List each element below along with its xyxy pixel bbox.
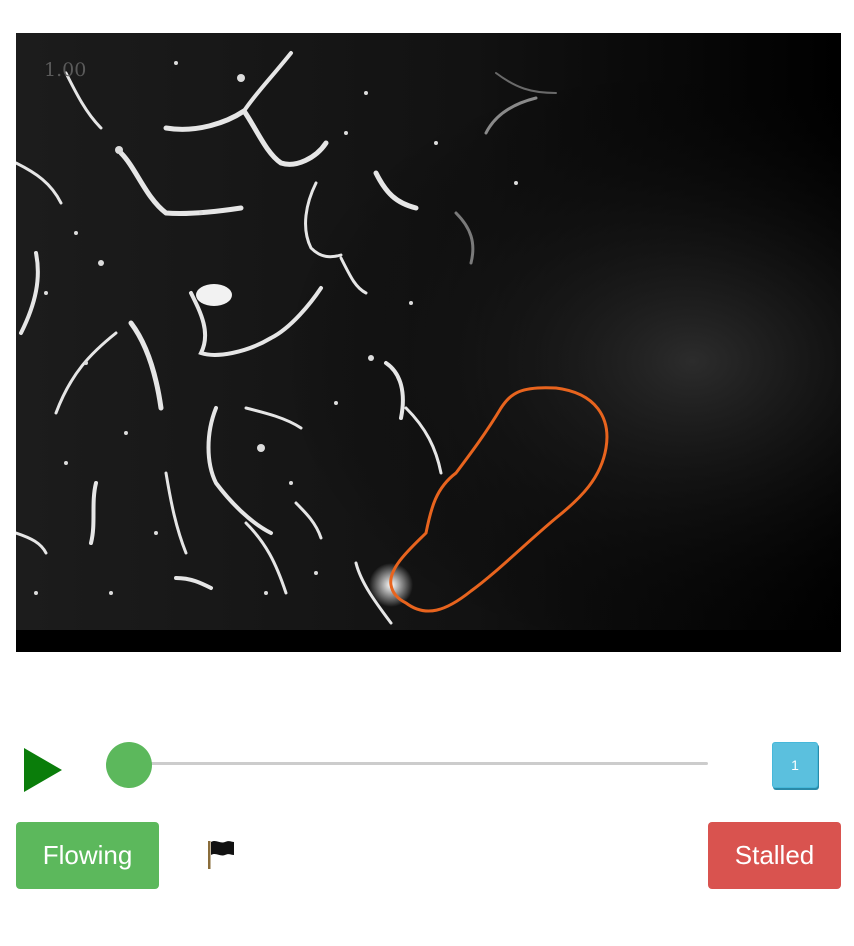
- flowing-button[interactable]: Flowing: [16, 822, 159, 889]
- frame-slider-track[interactable]: [128, 762, 708, 765]
- frame-slider-thumb[interactable]: [106, 742, 152, 788]
- bright-cell: [196, 284, 232, 306]
- flag-icon: [208, 841, 234, 869]
- play-icon: [24, 748, 62, 792]
- video-frame[interactable]: 1.00: [16, 33, 841, 652]
- microscopy-image: [16, 33, 841, 652]
- frame-counter: 1.00: [44, 59, 87, 81]
- play-button[interactable]: [22, 746, 66, 794]
- stalled-button[interactable]: Stalled: [708, 822, 841, 889]
- flag-button[interactable]: [206, 838, 236, 872]
- frame-number-button[interactable]: 1: [772, 742, 818, 788]
